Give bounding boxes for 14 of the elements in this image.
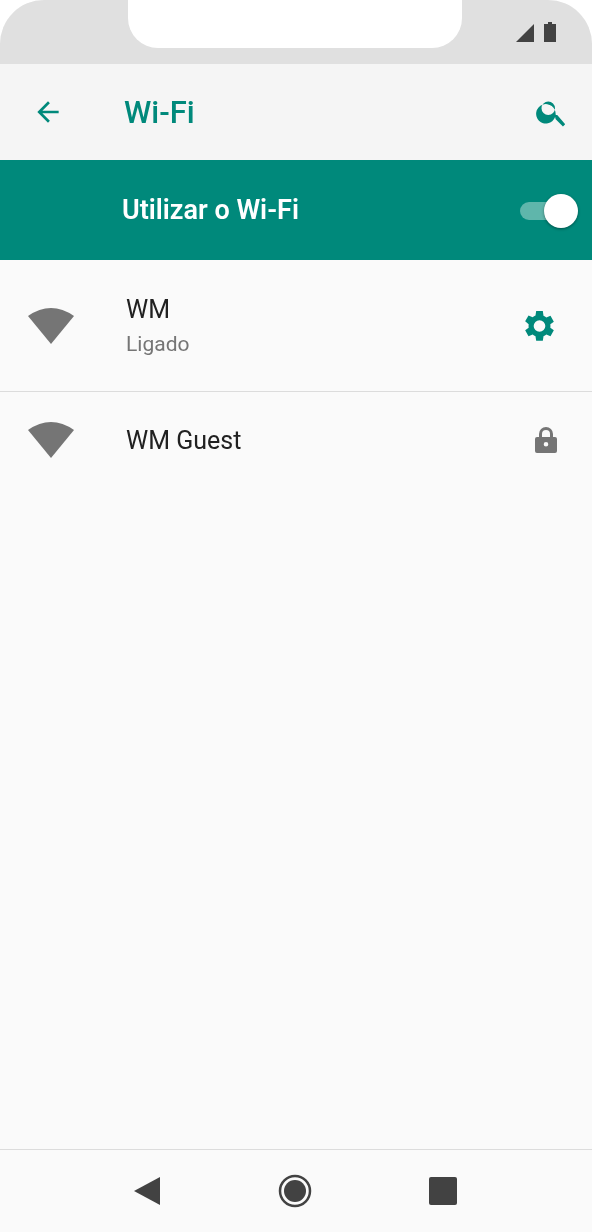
battery-icon <box>544 22 556 42</box>
home-nav-icon[interactable] <box>277 1174 312 1208</box>
network-item[interactable]: WM Ligado <box>0 260 592 392</box>
signal-icon <box>516 24 534 42</box>
network-name: WM Guest <box>126 425 243 455</box>
wifi-icon <box>28 307 74 344</box>
switch-label: Utilizar o Wi-Fi <box>122 194 300 226</box>
screen-title: Wi-Fi <box>124 93 196 131</box>
network-name: WM <box>126 295 171 324</box>
lock-icon <box>534 426 558 454</box>
network-status: Ligado <box>126 332 191 356</box>
wifi-icon <box>28 422 74 458</box>
back-nav-icon[interactable] <box>134 1177 160 1205</box>
network-item[interactable]: WM Guest <box>0 392 592 488</box>
